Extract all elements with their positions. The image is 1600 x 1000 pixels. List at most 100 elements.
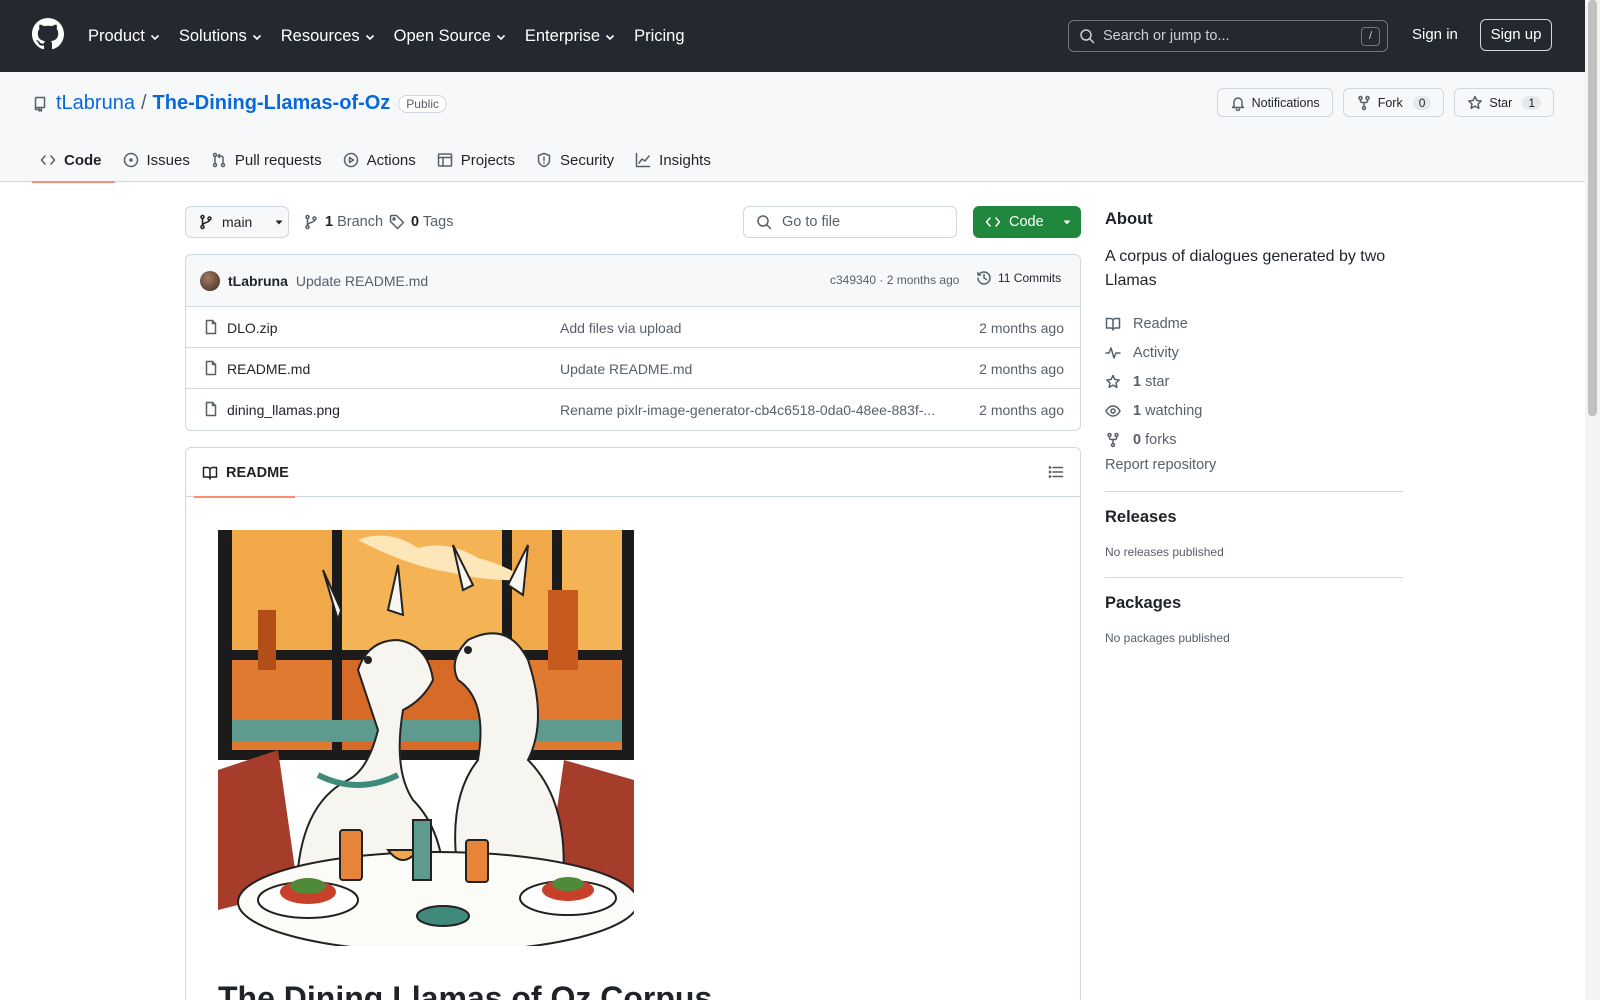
releases-empty: No releases published xyxy=(1105,545,1224,559)
packages-title[interactable]: Packages xyxy=(1105,594,1403,613)
repo-tabs: Code Issues Pull requests Actions Projec… xyxy=(32,138,724,183)
readme-heading: The Dining Llamas of Oz Corpus xyxy=(218,980,713,1000)
git-branch-icon xyxy=(200,214,212,230)
commit-message[interactable]: Update README.md xyxy=(296,273,428,289)
eye-icon xyxy=(1105,404,1121,417)
visibility-badge: Public xyxy=(398,94,447,113)
forks-link[interactable]: 0 forks xyxy=(1105,425,1403,454)
file-commit-message[interactable]: Update README.md xyxy=(560,361,940,377)
readme-panel: README The Dining Llamas of Oz Corpus xyxy=(185,447,1081,1000)
tags-link[interactable]: 0 Tags xyxy=(389,214,454,230)
file-commit-message[interactable]: Rename pixlr-image-generator-cb4c6518-0d… xyxy=(560,402,940,418)
search-icon xyxy=(1080,29,1095,44)
divider xyxy=(1105,491,1403,492)
list-unordered-icon[interactable] xyxy=(1048,464,1064,480)
packages-empty: No packages published xyxy=(1105,631,1230,645)
avatar[interactable] xyxy=(200,270,220,291)
repo-title: tLabruna / The-Dining-Llamas-of-Oz Publi… xyxy=(32,92,447,115)
repo-icon xyxy=(34,96,46,112)
file-name[interactable]: DLO.zip xyxy=(227,320,278,336)
code-dropdown-button[interactable]: Code xyxy=(973,206,1081,238)
about-sidebar: About A corpus of dialogues generated by… xyxy=(1105,210,1403,645)
tab-security[interactable]: Security xyxy=(528,138,627,182)
tab-pull-requests[interactable]: Pull requests xyxy=(203,138,335,182)
star-icon xyxy=(1106,374,1120,388)
tag-icon xyxy=(389,214,405,230)
sign-up-button[interactable]: Sign up xyxy=(1480,19,1552,51)
tab-projects[interactable]: Projects xyxy=(429,138,528,182)
star-icon xyxy=(1468,95,1483,109)
code-icon xyxy=(985,217,1001,227)
nav-solutions[interactable]: Solutions xyxy=(179,27,263,46)
issue-opened-icon xyxy=(123,152,138,168)
tab-issues[interactable]: Issues xyxy=(115,138,203,182)
about-title: About xyxy=(1105,210,1153,228)
star-button[interactable]: Star 1 xyxy=(1454,88,1554,117)
table-icon xyxy=(437,153,453,167)
report-repository-link[interactable]: Report repository xyxy=(1105,457,1403,473)
github-logo-icon[interactable] xyxy=(32,18,64,50)
fork-button[interactable]: Fork 0 xyxy=(1342,88,1445,117)
search-icon xyxy=(757,215,772,230)
fork-icon xyxy=(1107,432,1119,447)
nav-open-source[interactable]: Open Source xyxy=(394,27,507,46)
fork-count: 0 xyxy=(1412,95,1432,110)
notifications-button[interactable]: Notifications xyxy=(1216,88,1333,117)
commit-author[interactable]: tLabruna xyxy=(228,273,288,289)
commit-meta[interactable]: c349340 · 2 months ago xyxy=(830,273,959,287)
file-date: 2 months ago xyxy=(979,320,1064,336)
file-row[interactable]: README.md Update README.md 2 months ago xyxy=(186,348,1080,389)
tab-insights[interactable]: Insights xyxy=(627,138,724,182)
latest-commit: tLabruna Update README.md c349340 · 2 mo… xyxy=(186,255,1080,307)
tab-actions[interactable]: Actions xyxy=(335,138,429,182)
file-row[interactable]: DLO.zip Add files via upload 2 months ag… xyxy=(186,307,1080,348)
graph-icon xyxy=(635,152,651,168)
global-search-input[interactable]: Search or jump to... / xyxy=(1068,20,1388,52)
repo-actions: Notifications Fork 0 Star 1 xyxy=(1216,88,1554,117)
sign-in-link[interactable]: Sign in xyxy=(1412,26,1458,43)
chevron-down-icon xyxy=(365,34,374,41)
file-browser: tLabruna Update README.md c349340 · 2 mo… xyxy=(185,254,1081,431)
caret-down-icon xyxy=(275,220,283,225)
readme-link[interactable]: Readme xyxy=(1105,309,1403,338)
dining-llamas-image xyxy=(218,530,634,946)
file-name[interactable]: dining_llamas.png xyxy=(227,402,340,418)
repo-separator: / xyxy=(140,92,147,114)
caret-down-icon xyxy=(1063,220,1071,225)
global-header: Product Solutions Resources Open Source … xyxy=(0,0,1600,72)
nav-enterprise[interactable]: Enterprise xyxy=(525,27,616,46)
file-commit-message[interactable]: Add files via upload xyxy=(560,320,940,336)
file-icon xyxy=(205,360,217,376)
nav-product[interactable]: Product xyxy=(88,27,161,46)
branch-select[interactable]: main xyxy=(185,206,289,238)
about-links: Readme Activity 1 star 1 watching 0 fork… xyxy=(1105,309,1403,454)
top-nav: Product Solutions Resources Open Source … xyxy=(88,0,703,72)
scrollbar-thumb[interactable] xyxy=(1588,0,1597,416)
tab-readme[interactable]: README xyxy=(194,448,295,498)
file-row[interactable]: dining_llamas.png Rename pixlr-image-gen… xyxy=(186,389,1080,430)
tab-code[interactable]: Code xyxy=(32,138,115,183)
commits-link[interactable]: 11 Commits xyxy=(976,270,1061,286)
branches-link[interactable]: 1 Branch xyxy=(303,214,383,230)
history-icon xyxy=(977,271,991,285)
pulse-icon xyxy=(1105,346,1121,359)
file-icon xyxy=(205,401,217,417)
go-to-file-input[interactable]: Go to file xyxy=(743,206,957,238)
search-shortcut-key: / xyxy=(1361,27,1380,46)
activity-link[interactable]: Activity xyxy=(1105,338,1403,367)
file-date: 2 months ago xyxy=(979,402,1064,418)
repo-name-link[interactable]: The-Dining-Llamas-of-Oz xyxy=(153,92,391,115)
shield-icon xyxy=(537,152,551,168)
nav-resources[interactable]: Resources xyxy=(281,27,376,46)
repo-owner-link[interactable]: tLabruna xyxy=(56,92,135,115)
repo-header: tLabruna / The-Dining-Llamas-of-Oz Publi… xyxy=(0,72,1600,183)
nav-pricing[interactable]: Pricing xyxy=(634,27,684,46)
git-pull-request-icon xyxy=(212,152,226,168)
file-name[interactable]: README.md xyxy=(227,361,310,377)
chevron-down-icon xyxy=(496,34,505,41)
releases-title[interactable]: Releases xyxy=(1105,508,1403,527)
play-icon xyxy=(343,152,358,168)
stars-link[interactable]: 1 star xyxy=(1105,367,1403,396)
watching-link[interactable]: 1 watching xyxy=(1105,396,1403,425)
fork-icon xyxy=(1357,95,1370,110)
